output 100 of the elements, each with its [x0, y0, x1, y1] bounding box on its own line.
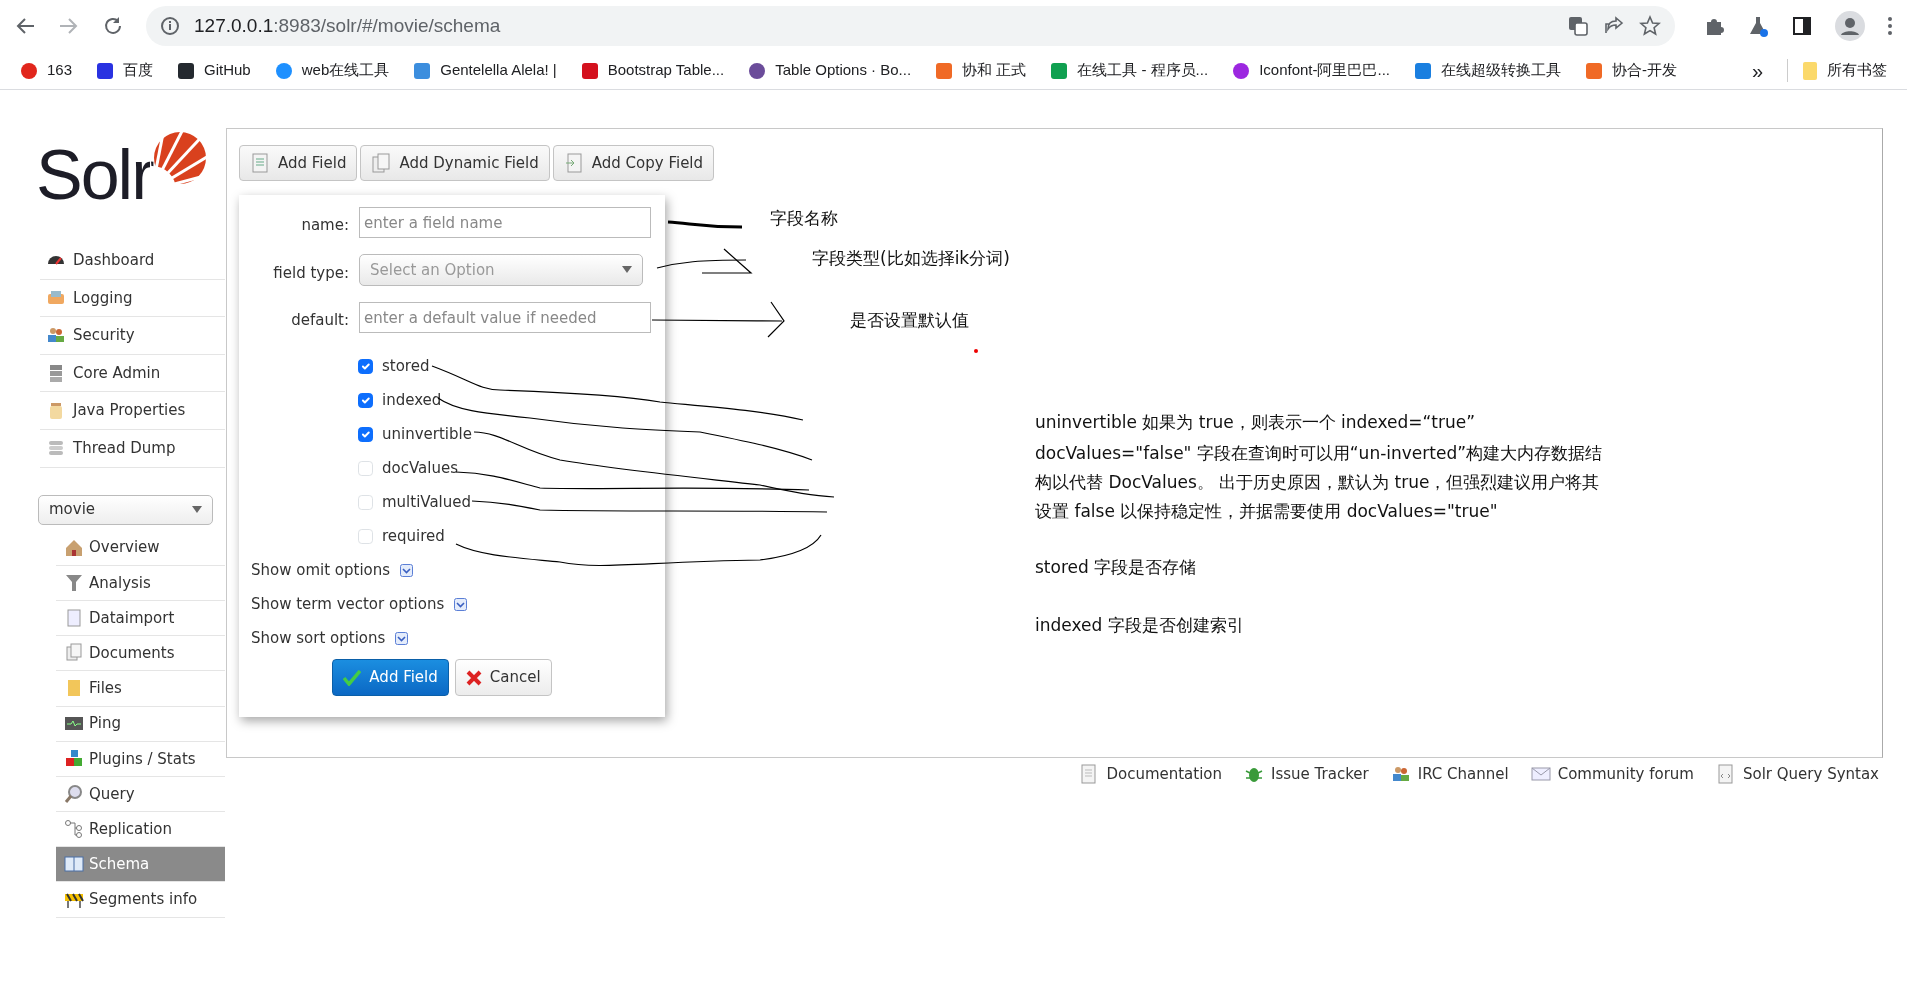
sidebar-item[interactable]: Thread Dump	[40, 429, 225, 468]
site-icon	[935, 61, 954, 80]
annotation-text: 字段类型(比如选择ik分词)	[812, 247, 1010, 270]
toolbar-button[interactable]: Add Copy Field	[552, 145, 715, 181]
folder-icon	[1802, 60, 1818, 81]
core-menu-item[interactable]: Files	[56, 671, 225, 707]
site-icon	[20, 61, 38, 80]
document-icon	[1716, 764, 1736, 785]
overflow-button[interactable]: »	[1751, 55, 1763, 86]
checkbox-label: stored	[382, 355, 430, 377]
core-select[interactable]: movie	[38, 494, 213, 525]
core-menu-item[interactable]: Analysis	[56, 565, 225, 601]
expand-icon[interactable]	[395, 631, 409, 645]
star-icon[interactable]	[1639, 15, 1661, 37]
funnel-icon	[64, 572, 84, 593]
logo-text: Solr	[36, 140, 153, 210]
sidebar-item[interactable]: Logging	[40, 279, 225, 318]
footer-link[interactable]: IRC Channel	[1390, 763, 1509, 786]
checkbox[interactable]	[358, 426, 373, 442]
flask-icon[interactable]	[1747, 15, 1769, 37]
core-menu-item[interactable]: Plugins / Stats	[56, 741, 225, 777]
side-panel-icon[interactable]	[1791, 15, 1813, 37]
expand-icon[interactable]	[454, 597, 468, 611]
book-icon	[64, 854, 84, 875]
core-menu-item[interactable]: Documents	[56, 636, 225, 672]
document-icon	[250, 153, 270, 173]
site-icon	[748, 61, 767, 80]
checkbox[interactable]	[358, 392, 373, 408]
field-label: field type:	[272, 262, 350, 284]
magnifier-icon	[64, 783, 84, 804]
site-icon	[1050, 61, 1069, 80]
site-icon	[1232, 61, 1251, 80]
site-icon	[413, 61, 432, 80]
documents-icon	[64, 643, 84, 664]
checkbox-label: required	[382, 525, 445, 547]
core-menu-item[interactable]: Query	[56, 776, 225, 813]
checkbox[interactable]	[358, 358, 373, 374]
bookmark[interactable]: 163	[20, 59, 73, 82]
address-bar[interactable]: 127.0.0.1:8983/solr/#/movie/schema	[146, 6, 1675, 46]
bookmark[interactable]: 协合-开发	[1585, 59, 1677, 82]
bookmark-folder[interactable]: 所有书签	[1787, 59, 1887, 82]
site-icon	[274, 61, 293, 80]
bookmark[interactable]: 在线工具 - 程序员...	[1050, 59, 1209, 82]
annotation-text: docValues="false" 字段在查询时可以用“un-inverted”构建大内存数据结构以代替 DocValues。 出于历史原因，默认为 true，但强烈建议用户将其设置 false 以保持稳定性，并据需要使用 docValues="true"	[1035, 442, 1604, 523]
core-menu-item[interactable]: Ping	[56, 706, 225, 742]
footer-link[interactable]: Documentation	[1079, 763, 1223, 786]
footer-link[interactable]: Solr Query Syntax	[1716, 763, 1879, 786]
core-menu-item[interactable]: Overview	[56, 530, 225, 566]
core-menu-item[interactable]: Dataimport	[56, 600, 225, 637]
footer-link[interactable]: Community forum	[1530, 763, 1694, 786]
site-icon	[1414, 61, 1432, 80]
field-label: name:	[300, 215, 350, 237]
bookmark[interactable]: Table Options · Bo...	[748, 59, 912, 82]
translate-icon[interactable]	[1567, 15, 1589, 37]
cross-icon	[465, 669, 482, 686]
info-icon	[160, 16, 180, 36]
sidebar-item[interactable]: Java Properties	[40, 392, 225, 430]
expand-icon[interactable]	[400, 563, 414, 577]
bookmark[interactable]: 在线超级转换工具	[1414, 59, 1561, 82]
input-field[interactable]: enter a default value if needed	[359, 302, 651, 333]
annotation-text: indexed 字段是否创建索引	[1035, 614, 1244, 637]
document-icon	[563, 153, 584, 173]
sidebar-item[interactable]: Dashboard	[40, 242, 225, 280]
bookmark[interactable]: 协和 正式	[935, 59, 1027, 82]
bookmark[interactable]: Iconfont-阿里巴巴...	[1232, 59, 1390, 82]
blocks-icon	[64, 748, 84, 769]
toolbar-button[interactable]: Add Field	[239, 145, 358, 181]
url-text: 127.0.0.1:8983/solr/#/movie/schema	[194, 13, 502, 38]
avatar-icon[interactable]	[1835, 11, 1865, 41]
bookmark[interactable]: 百度	[96, 59, 154, 82]
nodes-icon	[64, 819, 84, 840]
options-link[interactable]: Show sort options	[251, 626, 386, 650]
checkbox-label: indexed	[382, 389, 442, 411]
site-icon	[1585, 61, 1603, 80]
core-menu-item[interactable]: Segments info	[56, 882, 225, 918]
cancel-button[interactable]: Cancel	[454, 659, 552, 696]
reload-icon[interactable]	[102, 15, 124, 37]
house-icon	[64, 537, 84, 558]
field-label: default:	[290, 310, 350, 332]
sidebar-item[interactable]: Core Admin	[40, 354, 225, 393]
input-field[interactable]: enter a field name	[359, 207, 651, 238]
options-link[interactable]: Show omit options	[251, 558, 391, 582]
annotation-text: stored 字段是否存储	[1035, 556, 1197, 579]
bookmark[interactable]: GitHub	[177, 59, 251, 82]
toolbar-button[interactable]: Add Dynamic Field	[360, 145, 550, 181]
more-icon[interactable]	[1887, 15, 1893, 37]
bookmark[interactable]: web在线工具	[274, 59, 390, 82]
caret-icon	[622, 266, 632, 274]
footer-link[interactable]: Issue Tracker	[1244, 763, 1369, 786]
documents-icon	[371, 153, 392, 173]
bookmark[interactable]: Bootstrap Table...	[580, 59, 725, 82]
checkbox-label: docValues	[382, 457, 458, 479]
bookmark[interactable]: Gentelella Alela! |	[413, 59, 557, 82]
site-icon	[177, 61, 196, 80]
annotation-text: 是否设置默认值	[850, 309, 969, 332]
sidebar-item[interactable]: Security	[40, 317, 225, 355]
check-icon	[343, 669, 362, 686]
add-field-button[interactable]: Add Field	[332, 659, 449, 696]
options-link[interactable]: Show term vector options	[251, 592, 445, 616]
checkbox-label: multiValued	[382, 491, 472, 513]
